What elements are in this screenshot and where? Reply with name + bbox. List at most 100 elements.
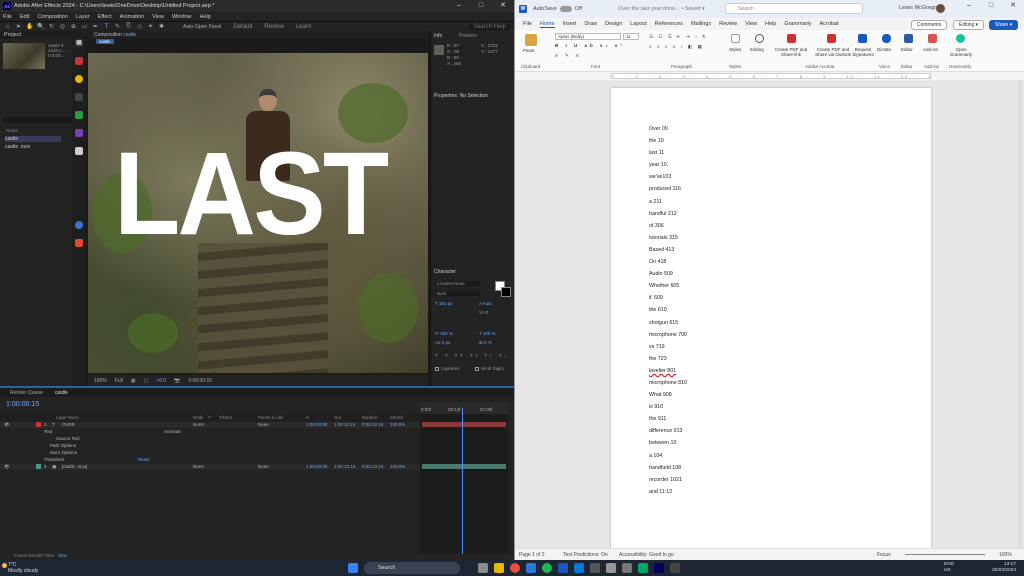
info-tab[interactable]: Info	[434, 33, 442, 39]
workspace-learn[interactable]: Learn	[296, 24, 311, 30]
layer-name[interactable]: OVER	[62, 422, 75, 427]
zoom-slider[interactable]	[905, 554, 985, 555]
minimize-icon[interactable]: –	[958, 0, 980, 12]
plugin-icon[interactable]: ▦	[75, 39, 83, 47]
puppet-tool-icon[interactable]: ✱	[158, 23, 165, 30]
document-line[interactable]: microphone 700	[649, 332, 687, 344]
document-page[interactable]: Over 09 the 10 last 11 year 10, we've103 prod…	[611, 88, 931, 548]
menu-layer[interactable]: Layer	[76, 14, 90, 20]
layer-mode[interactable]: Norm	[193, 422, 204, 427]
close-icon[interactable]: ✕	[492, 0, 514, 12]
menu-draw[interactable]: Draw	[584, 21, 597, 27]
taskbar-search[interactable]: Search	[364, 562, 460, 574]
recycle-icon[interactable]	[75, 111, 83, 119]
editor-icon[interactable]	[904, 34, 913, 43]
create-pdf-link-button[interactable]: Create PDF and Share link	[771, 47, 811, 57]
avatar[interactable]	[936, 4, 945, 13]
table-row[interactable]: Text Animate:	[0, 429, 420, 435]
document-line[interactable]: we've103	[649, 174, 687, 186]
properties-tab[interactable]: Properties: No Selection	[434, 93, 488, 99]
hscale-row[interactable]: T 100 %	[479, 331, 496, 336]
lightbulb-icon[interactable]	[75, 75, 83, 83]
document-line[interactable]: lavelier 801	[649, 368, 687, 380]
document-line[interactable]: a 211	[649, 199, 687, 211]
document-line[interactable]: microphone 810	[649, 380, 687, 392]
font-size-select[interactable]: 11	[623, 33, 639, 40]
text-layer-overlay[interactable]: LAST	[114, 135, 389, 253]
layer-duration[interactable]: 0:00:12:16	[362, 464, 383, 469]
document-line[interactable]: of 306	[649, 223, 687, 235]
layer-in[interactable]: 1:00:00:00	[306, 464, 327, 469]
font-color-buttons[interactable]: A ✎ A	[555, 53, 582, 58]
playhead[interactable]	[462, 408, 463, 554]
paste-button[interactable]: Paste	[523, 48, 535, 53]
minimize-icon[interactable]: –	[448, 0, 470, 12]
editor-button[interactable]: Editor	[901, 47, 913, 52]
share-button[interactable]: Share ▾	[989, 20, 1019, 30]
transform-prop[interactable]: Transform	[44, 457, 64, 462]
layer-mode[interactable]: Norm	[193, 464, 204, 469]
baseline-row[interactable]: Aa 0 px	[435, 340, 450, 345]
menu-home[interactable]: Home	[539, 21, 555, 28]
outlook-icon[interactable]	[526, 563, 536, 573]
layer-parent[interactable]: None	[258, 422, 269, 427]
project-item-castle[interactable]: castle	[5, 136, 61, 142]
label-color[interactable]	[36, 464, 41, 469]
layer-out[interactable]: 1:00:12:15	[334, 464, 355, 469]
auto-open-checkbox[interactable]: Auto-Open Panel	[183, 24, 221, 30]
document-line[interactable]: shotgun 615	[649, 320, 687, 332]
brush-tool-icon[interactable]: ✎	[114, 23, 121, 30]
text-style-buttons[interactable]: T T TT Tt T¹ T₁	[435, 353, 509, 358]
home-icon[interactable]: ⌂	[4, 24, 11, 30]
document-title[interactable]: Over the last year done... • Saved ▾	[618, 6, 705, 12]
menu-edit[interactable]: Edit	[20, 14, 29, 20]
more-options-prop[interactable]: More Options	[50, 450, 77, 455]
app-icon[interactable]	[638, 563, 648, 573]
list-buttons[interactable]: ☰ ☷ ☰ ⇤ ⇥ ↕ ¶	[649, 34, 707, 39]
animate-button[interactable]: Animate:	[164, 429, 182, 434]
paste-icon[interactable]	[525, 34, 537, 46]
menu-references[interactable]: References	[655, 21, 683, 27]
source-text-prop[interactable]: Source Text	[56, 436, 80, 441]
create-pdf-outlook-button[interactable]: Create PDF and Share via Outlook	[811, 47, 855, 57]
styles-button[interactable]: Styles	[729, 47, 741, 52]
vertical-scrollbar[interactable]	[1018, 80, 1022, 548]
document-line[interactable]: between 10	[649, 440, 687, 452]
menu-effect[interactable]: Effect	[98, 14, 112, 20]
document-line[interactable]: Whether 605	[649, 283, 687, 295]
editing-mode-button[interactable]: Editing ▾	[953, 20, 985, 30]
checkbox-box[interactable]	[475, 366, 479, 371]
tab-render-queue[interactable]: Render Queue	[10, 390, 43, 396]
viewer-timecode[interactable]: 0:00:00:15	[188, 378, 212, 384]
quality-select[interactable]: Full	[115, 378, 123, 384]
editing-icon[interactable]	[755, 34, 764, 43]
character-tab[interactable]: Character	[434, 269, 456, 275]
table-row[interactable]: Transform Reset	[0, 457, 420, 463]
col-stretch[interactable]: Stretch	[390, 415, 403, 420]
zoom-level[interactable]: 100%	[999, 552, 1012, 558]
layer-stretch[interactable]: 100.0%	[390, 422, 405, 427]
addins-icon[interactable]	[928, 34, 937, 43]
tracking-row[interactable]: VA 0	[479, 310, 488, 315]
app-icon[interactable]	[590, 563, 600, 573]
exposure-value[interactable]: +0.0	[156, 378, 166, 384]
layer-name[interactable]: [castle .mov]	[62, 464, 87, 469]
accessibility-status[interactable]: Accessibility: Good to go	[619, 552, 674, 558]
document-line[interactable]: the 911	[649, 416, 687, 428]
font-style-select[interactable]: Bold	[435, 291, 481, 296]
menu-help[interactable]: Help	[765, 21, 776, 27]
time-ruler[interactable]: 0:00f 00:12f 01:00f	[420, 402, 508, 414]
microphone-icon[interactable]	[882, 34, 891, 43]
font-format-buttons[interactable]: B I U ab x₂ x²	[555, 43, 625, 48]
weather-widget[interactable]: 7°C Mostly cloudy	[8, 562, 38, 574]
text-group[interactable]: Text	[44, 429, 52, 434]
document-line[interactable]: Audio 509	[649, 271, 687, 283]
stroke-color-swatch[interactable]	[501, 287, 511, 297]
menu-design[interactable]: Design	[605, 21, 622, 27]
project-search-input[interactable]	[3, 117, 83, 123]
dictate-button[interactable]: Dictate	[877, 47, 891, 52]
pen-tool-icon[interactable]: ✒	[92, 23, 99, 30]
timeline-timecode[interactable]: 1:00:00:15	[6, 401, 39, 408]
col-duration[interactable]: Duration	[362, 415, 378, 420]
rectangle-tool-icon[interactable]: ▭	[81, 23, 88, 30]
